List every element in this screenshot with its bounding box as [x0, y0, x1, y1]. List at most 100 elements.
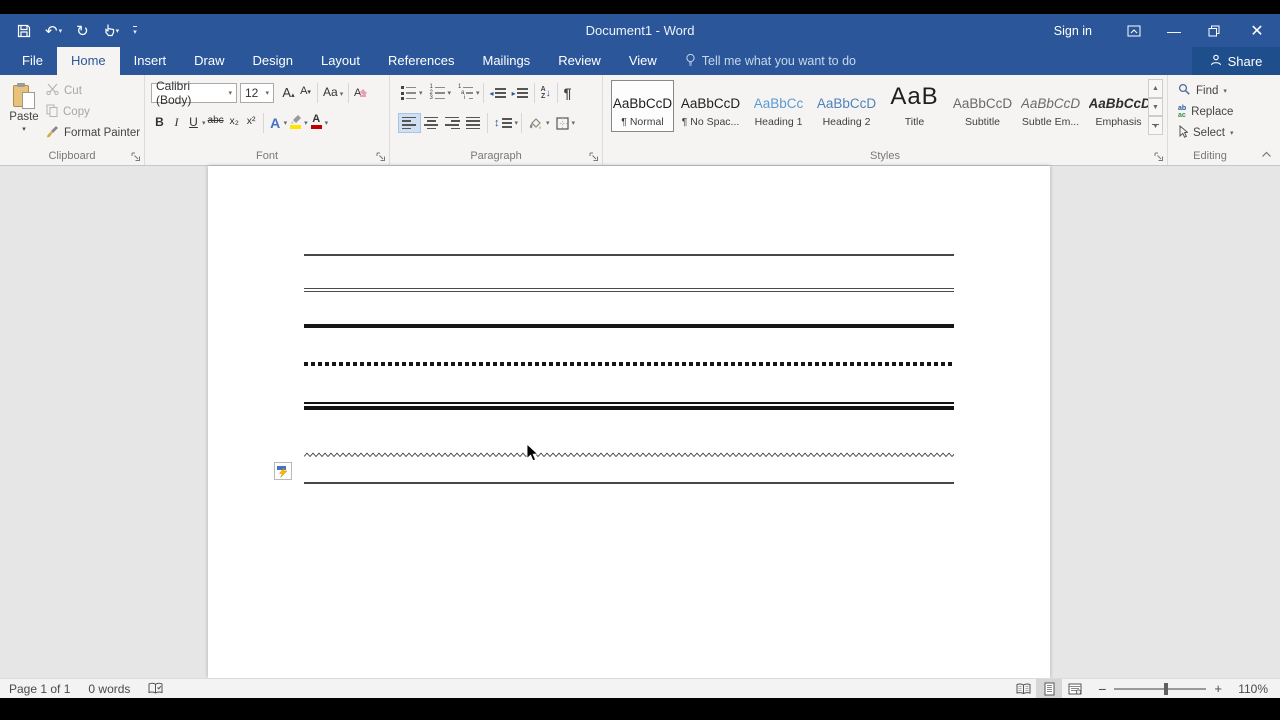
numbering-dropdown-arrow[interactable]: ▾: [448, 89, 452, 97]
tell-me-label: Tell me what you want to do: [701, 54, 857, 68]
font-dialog-launcher[interactable]: [376, 152, 386, 162]
paragraph-dialog-launcher[interactable]: [589, 152, 599, 162]
zoom-slider-thumb[interactable]: [1164, 682, 1169, 695]
autocorrect-options-button[interactable]: [274, 462, 292, 480]
borders-dropdown-arrow[interactable]: ▾: [572, 119, 576, 127]
justify-button[interactable]: [463, 113, 484, 133]
tab-home[interactable]: Home: [56, 47, 120, 75]
style-chip-subtleem[interactable]: AaBbCcD Subtle Em...: [1019, 80, 1082, 132]
read-mode-button[interactable]: [1010, 679, 1036, 698]
share-button[interactable]: Share: [1192, 47, 1280, 75]
style-chip-h2[interactable]: AaBbCcD Heading 2: [815, 80, 878, 132]
paste-button[interactable]: Paste ▾: [5, 79, 43, 149]
tab-review[interactable]: Review: [544, 47, 615, 75]
sign-in-button[interactable]: Sign in: [1032, 24, 1114, 38]
subscript-button[interactable]: x₂: [226, 113, 243, 133]
shading-dropdown-arrow[interactable]: ▾: [546, 119, 550, 127]
tab-insert[interactable]: Insert: [120, 47, 181, 75]
close-button[interactable]: ✕: [1234, 14, 1280, 47]
sort-button[interactable]: A Z ↓: [538, 83, 554, 103]
collapse-ribbon-button[interactable]: [1261, 150, 1272, 161]
strikethrough-button[interactable]: abc: [206, 113, 226, 133]
numbering-button[interactable]: 123: [427, 83, 448, 103]
font-color-dropdown-arrow[interactable]: ▾: [325, 119, 329, 127]
increase-indent-button[interactable]: ▸: [509, 83, 531, 103]
align-left-button[interactable]: [398, 113, 421, 133]
minimize-button[interactable]: —: [1154, 14, 1194, 47]
styles-more-button[interactable]: ▼: [1148, 116, 1163, 136]
style-chip-title[interactable]: AaB Title: [883, 80, 946, 132]
tab-view[interactable]: View: [615, 47, 671, 75]
paste-label: Paste: [9, 111, 39, 123]
customize-qat-button[interactable]: ▾: [128, 23, 142, 39]
show-hide-marks-button[interactable]: ¶: [561, 83, 575, 103]
style-chip-subtitle[interactable]: AaBbCcD Subtitle: [951, 80, 1014, 132]
italic-button[interactable]: I: [168, 113, 185, 133]
align-center-button[interactable]: [421, 113, 442, 133]
styles-scroll-up-button[interactable]: ▲: [1148, 79, 1163, 98]
web-layout-button[interactable]: [1062, 679, 1088, 698]
undo-button[interactable]: ↶ ▾: [40, 19, 67, 43]
tab-layout[interactable]: Layout: [307, 47, 374, 75]
style-chip-h1[interactable]: AaBbCc Heading 1: [747, 80, 810, 132]
underline-button[interactable]: U: [185, 113, 202, 133]
bullets-dropdown-arrow[interactable]: ▾: [419, 89, 423, 97]
replace-button[interactable]: ab ac Replace: [1178, 102, 1233, 121]
decrease-indent-button[interactable]: ◂: [487, 83, 509, 103]
word-count[interactable]: 0 words: [79, 679, 139, 698]
zoom-out-button[interactable]: −: [1098, 681, 1106, 697]
find-button[interactable]: Find ▾: [1178, 81, 1227, 100]
format-painter-button[interactable]: Format Painter: [46, 123, 140, 142]
style-name: Subtle Em...: [1021, 116, 1080, 128]
multilevel-dropdown-arrow[interactable]: ▾: [476, 89, 480, 97]
zoom-slider-track[interactable]: [1114, 682, 1207, 695]
borders-button[interactable]: [553, 113, 572, 133]
tab-references[interactable]: References: [374, 47, 468, 75]
cut-button[interactable]: Cut: [46, 81, 82, 100]
zoom-level[interactable]: 110%: [1232, 682, 1280, 696]
style-chip-normal[interactable]: AaBbCcD ¶ Normal: [611, 80, 674, 132]
bullets-button[interactable]: [398, 83, 419, 103]
line-spacing-button[interactable]: ↕: [491, 113, 515, 133]
font-size-combo[interactable]: 12 ▾: [240, 83, 274, 103]
bold-button[interactable]: B: [151, 113, 168, 133]
shrink-font-button[interactable]: A ▾: [297, 83, 314, 103]
restore-button[interactable]: [1194, 14, 1234, 47]
grow-font-button[interactable]: A ▴: [280, 83, 297, 103]
ribbon-display-options-button[interactable]: [1114, 14, 1154, 47]
font-name-combo[interactable]: Calibri (Body) ▾: [151, 79, 237, 107]
copy-label: Copy: [63, 105, 90, 118]
styles-scroll-down-button[interactable]: ▼: [1148, 97, 1163, 117]
highlight-button[interactable]: [287, 113, 304, 133]
style-chip-emphasis[interactable]: AaBbCcD Emphasis: [1087, 80, 1150, 132]
style-chip-nospace[interactable]: AaBbCcD ¶ No Spac...: [679, 80, 742, 132]
save-icon[interactable]: [12, 21, 36, 41]
redo-button[interactable]: ↻: [71, 19, 94, 43]
zoom-in-button[interactable]: +: [1214, 681, 1222, 696]
proofing-status-icon[interactable]: [139, 679, 172, 698]
change-case-button[interactable]: Aa ▾: [321, 83, 345, 103]
tab-file[interactable]: File: [8, 47, 57, 75]
superscript-button[interactable]: x²: [243, 113, 260, 133]
line-spacing-dropdown-arrow[interactable]: ▾: [515, 119, 519, 127]
multilevel-list-button[interactable]: 1ai: [455, 83, 476, 103]
text-effects-button[interactable]: A: [267, 113, 284, 133]
tell-me-box[interactable]: Tell me what you want to do: [685, 47, 856, 75]
page-indicator[interactable]: Page 1 of 1: [0, 679, 79, 698]
tab-design[interactable]: Design: [239, 47, 307, 75]
shading-button[interactable]: [525, 113, 546, 133]
clear-formatting-button[interactable]: A: [352, 83, 371, 103]
clipboard-dialog-launcher[interactable]: [131, 152, 141, 162]
tab-draw[interactable]: Draw: [180, 47, 238, 75]
tab-mailings[interactable]: Mailings: [469, 47, 545, 75]
print-layout-button[interactable]: [1036, 679, 1063, 698]
align-right-button[interactable]: [442, 113, 463, 133]
document-page[interactable]: [208, 166, 1050, 678]
style-sample: AaBbCcD: [1020, 96, 1081, 111]
font-color-button[interactable]: A: [308, 113, 325, 133]
styles-dialog-launcher[interactable]: [1154, 152, 1164, 162]
paste-dropdown-arrow[interactable]: ▾: [22, 125, 26, 133]
touch-mode-button[interactable]: ▾: [98, 21, 125, 40]
select-button[interactable]: Select ▾: [1178, 123, 1233, 142]
copy-button[interactable]: Copy: [46, 102, 90, 121]
